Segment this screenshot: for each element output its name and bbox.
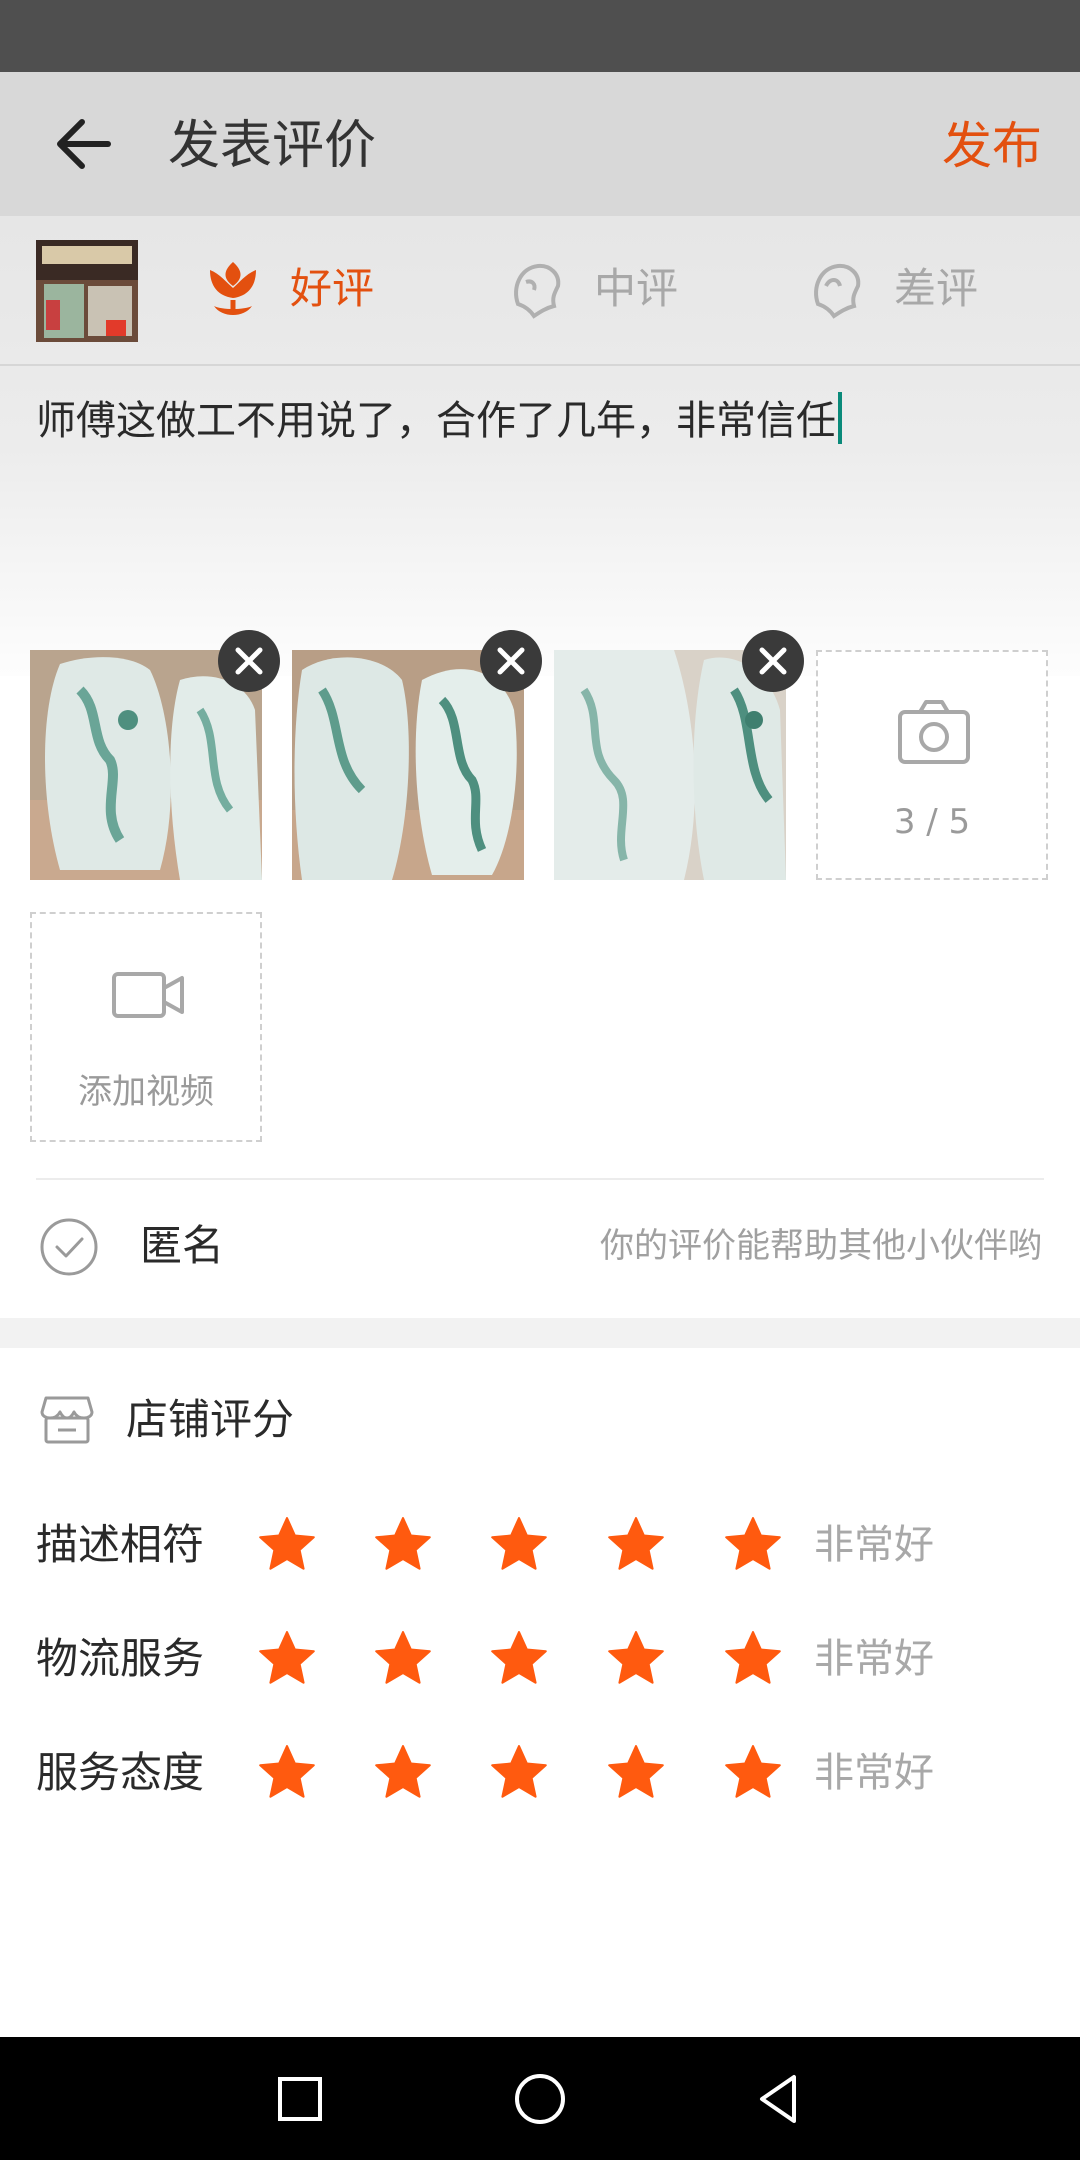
- close-icon: [235, 647, 263, 675]
- publish-button[interactable]: 发布: [942, 104, 1042, 188]
- home-button[interactable]: [508, 2067, 572, 2131]
- star-icon[interactable]: [256, 1628, 318, 1690]
- close-icon: [497, 647, 525, 675]
- rating-option-label: 差评: [894, 264, 979, 313]
- circle-icon: [515, 2074, 565, 2124]
- photo-count-label: 3 / 5: [893, 802, 971, 842]
- rating-option-good[interactable]: 好评: [200, 244, 400, 334]
- system-nav-bar: [0, 2037, 1080, 2160]
- rating-option-bad[interactable]: 差评: [804, 244, 1004, 334]
- add-video-label: 添加视频: [78, 1072, 214, 1112]
- camera-icon: [898, 700, 970, 764]
- star-icon[interactable]: [722, 1514, 784, 1576]
- store-rating-title: 店铺评分: [126, 1395, 295, 1444]
- store-icon: [40, 1396, 94, 1444]
- star-icon[interactable]: [488, 1514, 550, 1576]
- score-text: 非常好: [814, 1750, 934, 1796]
- anonymous-toggle[interactable]: [38, 1216, 100, 1278]
- divider: [36, 1178, 1044, 1180]
- star-icon[interactable]: [256, 1514, 318, 1576]
- star-icon[interactable]: [722, 1628, 784, 1690]
- score-label: 物流服务: [36, 1634, 205, 1683]
- product-thumbnail: [36, 240, 138, 342]
- back-button[interactable]: [48, 102, 132, 186]
- anonymous-label: 匿名: [140, 1221, 225, 1270]
- square-icon: [278, 2077, 322, 2121]
- remove-photo-button[interactable]: [480, 630, 542, 692]
- star-icon[interactable]: [372, 1742, 434, 1804]
- review-text-value: 师傅这做工不用说了，合作了几年，非常信任: [36, 398, 836, 444]
- score-text: 非常好: [814, 1522, 934, 1568]
- score-label: 描述相符: [36, 1520, 205, 1569]
- triangle-back-icon: [760, 2075, 796, 2123]
- store-rating-header: 店铺评分: [0, 1370, 1080, 1470]
- check-circle-icon: [40, 1218, 98, 1276]
- add-video-button[interactable]: 添加视频: [30, 912, 262, 1142]
- section-separator: [0, 1318, 1080, 1348]
- text-caret: [838, 392, 842, 444]
- score-text: 非常好: [814, 1636, 934, 1682]
- anonymous-row: 匿名 你的评价能帮助其他小伙伴哟: [0, 1182, 1080, 1318]
- back-nav-button[interactable]: [748, 2067, 812, 2131]
- score-row-description: 描述相符 非常好: [0, 1500, 1080, 1590]
- arrow-left-icon: [57, 119, 111, 169]
- rating-option-label: 好评: [290, 264, 375, 313]
- video-camera-icon: [112, 972, 184, 1018]
- app-bar: 发表评价 发布: [0, 72, 1080, 216]
- score-row-logistics: 物流服务 非常好: [0, 1614, 1080, 1704]
- star-icon[interactable]: [488, 1742, 550, 1804]
- review-top-area: 好评 中评 差评 师傅这做工不用说了，合作了几年，非常信任: [0, 216, 1080, 676]
- remove-photo-button[interactable]: [218, 630, 280, 692]
- star-icon[interactable]: [605, 1742, 667, 1804]
- add-photo-button[interactable]: 3 / 5: [816, 650, 1048, 880]
- score-row-service: 服务态度 非常好: [0, 1728, 1080, 1818]
- remove-photo-button[interactable]: [742, 630, 804, 692]
- recents-button[interactable]: [268, 2067, 332, 2131]
- star-icon[interactable]: [372, 1514, 434, 1576]
- rating-option-neutral[interactable]: 中评: [504, 244, 704, 334]
- star-icon[interactable]: [256, 1742, 318, 1804]
- star-icon[interactable]: [372, 1628, 434, 1690]
- status-bar: [0, 0, 1080, 72]
- star-icon[interactable]: [605, 1628, 667, 1690]
- close-icon: [759, 647, 787, 675]
- star-icon[interactable]: [605, 1514, 667, 1576]
- rating-option-label: 中评: [594, 264, 679, 313]
- anonymous-hint: 你的评价能帮助其他小伙伴哟: [600, 1226, 1042, 1266]
- page-title: 发表评价: [168, 116, 377, 176]
- star-icon[interactable]: [488, 1628, 550, 1690]
- rating-row: 好评 中评 差评: [0, 216, 1080, 366]
- bad-face-icon: [814, 263, 861, 319]
- score-label: 服务态度: [36, 1748, 205, 1797]
- review-text-input[interactable]: 师傅这做工不用说了，合作了几年，非常信任: [36, 388, 1036, 454]
- flower-icon: [210, 262, 256, 315]
- neutral-face-icon: [514, 263, 561, 319]
- star-icon[interactable]: [722, 1742, 784, 1804]
